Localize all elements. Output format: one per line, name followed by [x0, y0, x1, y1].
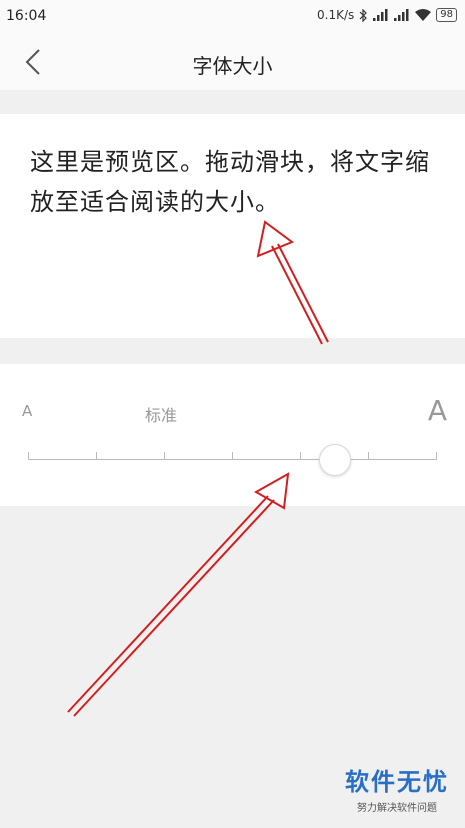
- slider-tick: [368, 452, 369, 460]
- standard-size-label: 标准: [145, 406, 178, 425]
- page-title: 字体大小: [192, 54, 273, 78]
- signal-icon: [394, 9, 410, 21]
- preview-area: 这里是预览区。拖动滑块，将文字缩放至适合阅读的大小。: [0, 114, 465, 338]
- font-size-panel: A 标准 A: [0, 364, 465, 506]
- slider-tick: [232, 452, 233, 460]
- annotation-arrow-slider: [67, 472, 290, 717]
- status-time: 16:04: [6, 8, 47, 24]
- bluetooth-icon: [359, 8, 368, 22]
- slider-tick: [164, 452, 165, 460]
- status-icons: 0.1K/s 98: [317, 8, 457, 22]
- slider-tick: [96, 452, 97, 460]
- watermark: 软件无忧 努力解决软件问题: [338, 762, 456, 818]
- network-speed: 0.1K/s: [317, 8, 355, 22]
- slider-tick: [28, 452, 29, 460]
- battery-icon: 98: [436, 8, 457, 22]
- slider-thumb[interactable]: [319, 444, 351, 476]
- nav-bar: 字体大小: [0, 34, 465, 90]
- preview-text: 这里是预览区。拖动滑块，将文字缩放至适合阅读的大小。: [30, 148, 430, 216]
- small-size-label: A: [22, 402, 33, 420]
- wifi-icon: [415, 9, 432, 21]
- slider-tick: [436, 452, 437, 460]
- watermark-title: 软件无忧: [345, 768, 449, 796]
- watermark-subtitle: 努力解决软件问题: [357, 803, 437, 814]
- slider-tick: [300, 452, 301, 460]
- signal-icon: [373, 9, 389, 21]
- status-bar: 16:04 0.1K/s 98: [0, 0, 465, 34]
- large-size-label: A: [427, 394, 447, 427]
